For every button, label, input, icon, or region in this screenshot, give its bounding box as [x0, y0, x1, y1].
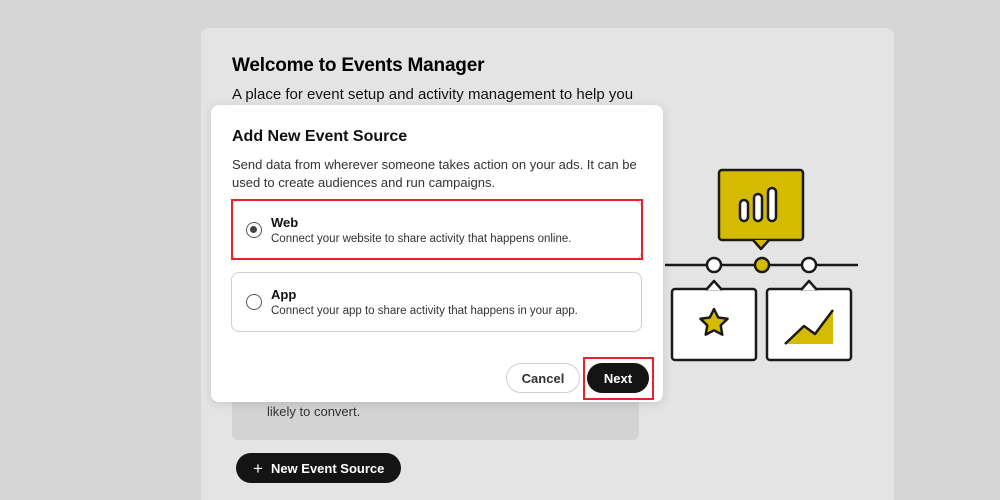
add-event-source-modal: Add New Event Source Send data from wher… — [211, 105, 663, 402]
web-option[interactable]: Web Connect your website to share activi… — [231, 200, 642, 260]
app-option[interactable]: App Connect your app to share activity t… — [231, 272, 642, 332]
cancel-button[interactable]: Cancel — [506, 363, 580, 393]
web-radio[interactable] — [246, 222, 262, 238]
modal-description: Send data from wherever someone takes ac… — [232, 157, 637, 190]
new-event-source-button[interactable]: + New Event Source — [236, 453, 402, 483]
info-panel-text: likely to convert. — [267, 404, 361, 419]
plus-icon: + — [253, 458, 263, 478]
new-event-source-label: New Event Source — [270, 460, 385, 476]
web-option-description: Connect your website to share activity t… — [271, 233, 572, 245]
app-option-description: Connect your app to share activity that … — [271, 305, 578, 317]
web-option-label: Web — [271, 215, 299, 230]
app-radio[interactable] — [246, 294, 262, 310]
modal-title: Add New Event Source — [232, 128, 408, 145]
next-button[interactable]: Next — [587, 363, 649, 393]
app-option-label: App — [271, 287, 297, 302]
page-subtitle: A place for event setup and activity man… — [232, 86, 634, 103]
page-title: Welcome to Events Manager — [232, 55, 485, 76]
events-illustration — [665, 168, 858, 362]
